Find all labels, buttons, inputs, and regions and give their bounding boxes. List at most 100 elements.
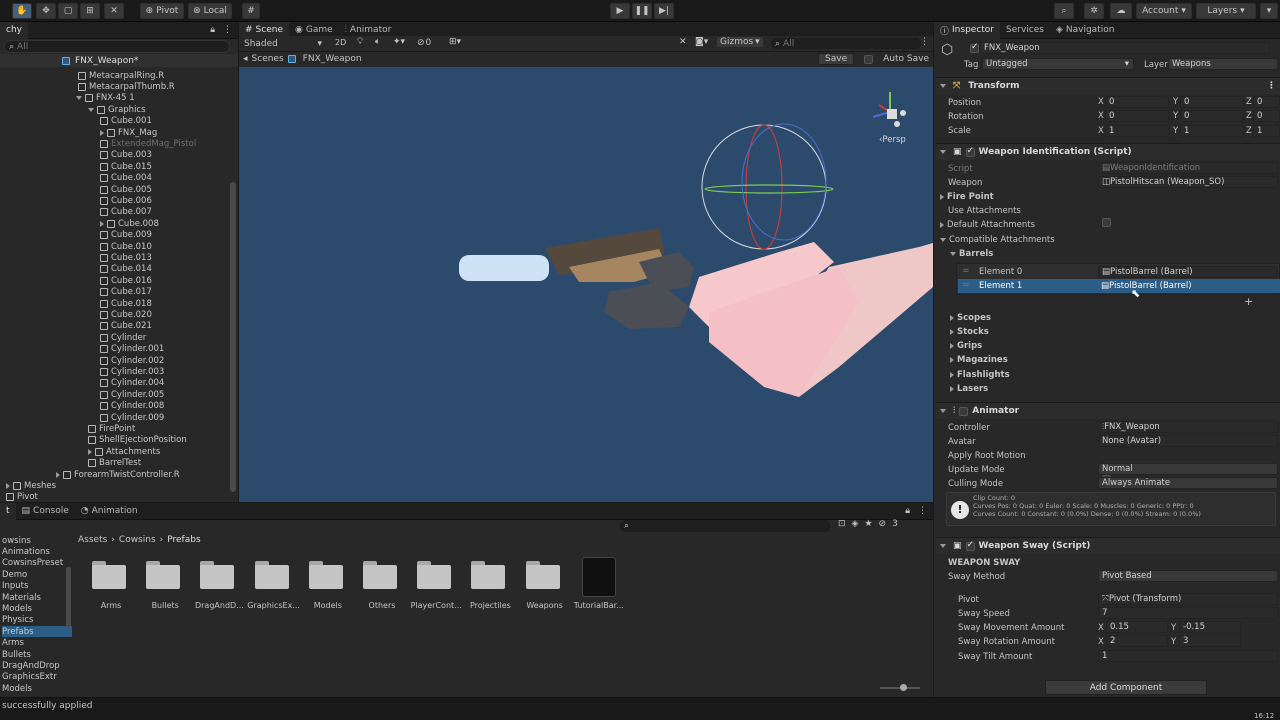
avatar-field[interactable]: None (Avatar) xyxy=(1098,435,1278,447)
transform-y-field[interactable]: 0 xyxy=(1180,110,1244,123)
hierarchy-item[interactable]: Cylinder xyxy=(100,332,146,343)
drag-handle-icon[interactable]: = xyxy=(962,266,970,276)
tab-project[interactable]: t xyxy=(0,502,16,520)
transform-tool-icon[interactable]: ⊞ xyxy=(80,3,100,19)
save-button[interactable]: Save xyxy=(818,53,855,65)
account-dropdown[interactable]: Account ▾ xyxy=(1136,3,1192,19)
grid-icon[interactable]: ⊞▾ xyxy=(449,37,461,47)
project-tree-item[interactable]: Physics xyxy=(2,615,33,626)
local-toggle[interactable]: ⊗ Local xyxy=(188,3,232,19)
hierarchy-item[interactable]: ShellEjectionPosition xyxy=(88,435,187,446)
gizmo-z-ring[interactable] xyxy=(741,123,827,241)
hand-tool-icon[interactable]: ✋ xyxy=(12,3,32,19)
hierarchy-item[interactable]: Graphics xyxy=(88,104,146,115)
attachment-group-foldout[interactable]: Scopes xyxy=(950,311,991,324)
asset-item[interactable]: Projectiles xyxy=(465,555,515,615)
hierarchy-item[interactable]: Cube.018 xyxy=(100,298,152,309)
tag-dropdown[interactable]: Untagged ▾ xyxy=(982,58,1134,70)
layers-dropdown[interactable]: Layers ▾ xyxy=(1196,3,1256,19)
active-checkbox[interactable] xyxy=(970,42,979,53)
sway-method-dropdown[interactable]: Pivot Based xyxy=(1098,570,1278,582)
hierarchy-item[interactable]: Cylinder.001 xyxy=(100,344,164,355)
fire-point-foldout[interactable]: Fire Point xyxy=(940,190,994,203)
effects-icon[interactable]: ✦▾ xyxy=(393,37,405,47)
tab-console[interactable]: ▤ Console xyxy=(16,503,75,520)
transform-x-field[interactable]: 0 xyxy=(1105,110,1169,123)
project-tree-item[interactable]: Models xyxy=(2,603,32,614)
hidden-packages-icon[interactable]: ⊘ xyxy=(879,519,887,529)
tab-hierarchy[interactable]: chy xyxy=(0,21,28,39)
camera-icon[interactable]: ◙▾ xyxy=(695,37,708,47)
hierarchy-item[interactable]: Cube.010 xyxy=(100,241,152,252)
object-name-field[interactable]: FNX_Weapon xyxy=(980,42,1270,54)
attachment-group-foldout[interactable]: Lasers xyxy=(950,383,988,396)
hierarchy-search[interactable]: ⌕ All xyxy=(4,40,230,53)
step-button[interactable]: ▶| xyxy=(654,3,674,19)
project-tree-item[interactable]: Animations xyxy=(2,546,50,557)
project-tree-item[interactable]: CowsinsPreset xyxy=(2,558,63,569)
asset-item[interactable]: Bullets xyxy=(140,555,190,615)
transform-y-field[interactable]: 0 xyxy=(1180,96,1244,108)
hierarchy-item[interactable]: Cube.007 xyxy=(100,207,152,218)
shading-dropdown[interactable]: Shaded ▾ xyxy=(241,38,325,50)
breadcrumb-prefab[interactable]: FNX_Weapon xyxy=(303,54,362,64)
hierarchy-item[interactable]: Cylinder.003 xyxy=(100,366,164,377)
hierarchy-item[interactable]: Cube.017 xyxy=(100,287,152,298)
weapon-sway-enabled-checkbox[interactable] xyxy=(965,540,975,551)
more-icon[interactable]: ⋮ xyxy=(918,506,927,516)
hierarchy-item[interactable]: Cube.015 xyxy=(100,161,152,172)
update-mode-dropdown[interactable]: Normal xyxy=(1098,463,1278,475)
favorite-icon[interactable]: ★ xyxy=(864,519,872,529)
hidden-objects-toggle[interactable]: ⊘ 0 xyxy=(417,38,431,48)
autosave-checkbox[interactable] xyxy=(864,54,874,64)
sway-move-y-field[interactable]: -0.15 xyxy=(1179,621,1241,633)
asset-item[interactable]: Models xyxy=(303,555,353,615)
barrel-element-field[interactable]: ▤ PistolBarrel (Barrel) xyxy=(1098,266,1278,278)
tab-animation[interactable]: ◔ Animation xyxy=(75,503,144,520)
hierarchy-item[interactable]: Cylinder.008 xyxy=(100,401,164,412)
project-tree-item[interactable]: GraphicsExtr xyxy=(2,672,57,683)
orientation-gizmo[interactable] xyxy=(867,89,913,135)
project-tree-item[interactable]: owsins xyxy=(2,535,31,546)
tab-inspector[interactable]: ⓘ Inspector xyxy=(934,21,1000,39)
move-tool-icon[interactable]: ✥ xyxy=(36,3,56,19)
breadcrumb-scenes[interactable]: Scenes xyxy=(252,54,284,64)
transform-z-field[interactable]: 0 xyxy=(1253,110,1280,123)
hierarchy-item[interactable]: FNX-45 1 xyxy=(76,93,135,104)
project-tree-item[interactable]: DragAndDrop xyxy=(2,660,60,671)
attachment-group-foldout[interactable]: Grips xyxy=(950,340,982,353)
hierarchy-item[interactable]: Cube.013 xyxy=(100,252,152,263)
filter-label-icon[interactable]: ◈ xyxy=(852,519,859,529)
project-tree-item[interactable]: Models xyxy=(2,683,32,694)
barrel-element-field[interactable]: ▤ PistolBarrel (Barrel) xyxy=(1098,280,1278,293)
hierarchy-item[interactable]: Cylinder.009 xyxy=(100,412,164,423)
weapon-id-enabled-checkbox[interactable] xyxy=(965,146,975,157)
hierarchy-scrollbar[interactable] xyxy=(230,182,236,492)
hierarchy-item[interactable]: MetacarpalRing.R xyxy=(78,70,164,81)
culling-dropdown[interactable]: Always Animate xyxy=(1098,477,1278,489)
tab-services[interactable]: Services xyxy=(1000,22,1050,39)
gizmo-y-ring[interactable] xyxy=(704,184,834,194)
hierarchy-item[interactable]: Cylinder.002 xyxy=(100,355,164,366)
transform-y-field[interactable]: 1 xyxy=(1180,124,1244,137)
pause-button[interactable]: ❚❚ xyxy=(632,3,652,19)
lock-icon[interactable]: 🔒︎ xyxy=(905,506,910,516)
hierarchy-item[interactable]: Cylinder.005 xyxy=(100,389,164,400)
asset-item[interactable]: PlayerCont... xyxy=(411,555,462,615)
hierarchy-root[interactable]: FNX_Weapon* xyxy=(0,54,238,67)
foldout-arrow-icon[interactable] xyxy=(88,448,92,455)
hierarchy-item[interactable]: Cube.014 xyxy=(100,264,152,275)
tools-icon[interactable]: ✕ xyxy=(679,37,687,47)
hierarchy-item[interactable]: BarrelTest xyxy=(88,458,141,469)
project-tree-item[interactable]: Materials xyxy=(2,592,41,603)
transform-x-field[interactable]: 1 xyxy=(1105,124,1169,137)
use-attachments-checkbox[interactable] xyxy=(1102,218,1111,227)
more-icon[interactable]: ⋮ xyxy=(223,25,232,35)
hierarchy-item[interactable]: Cube.016 xyxy=(100,275,152,286)
asset-item[interactable]: DragAndD... xyxy=(194,555,244,615)
weapon-sway-header[interactable]: ▣ Weapon Sway (Script) xyxy=(936,537,1280,554)
asset-item[interactable]: GraphicsEx... xyxy=(247,555,300,615)
hierarchy-item[interactable]: ForearmTwistController.R xyxy=(56,469,180,480)
sway-move-x-field[interactable]: 0.15 xyxy=(1106,621,1168,633)
pivot-field[interactable]: ⤧ Pivot (Transform) xyxy=(1098,593,1278,605)
